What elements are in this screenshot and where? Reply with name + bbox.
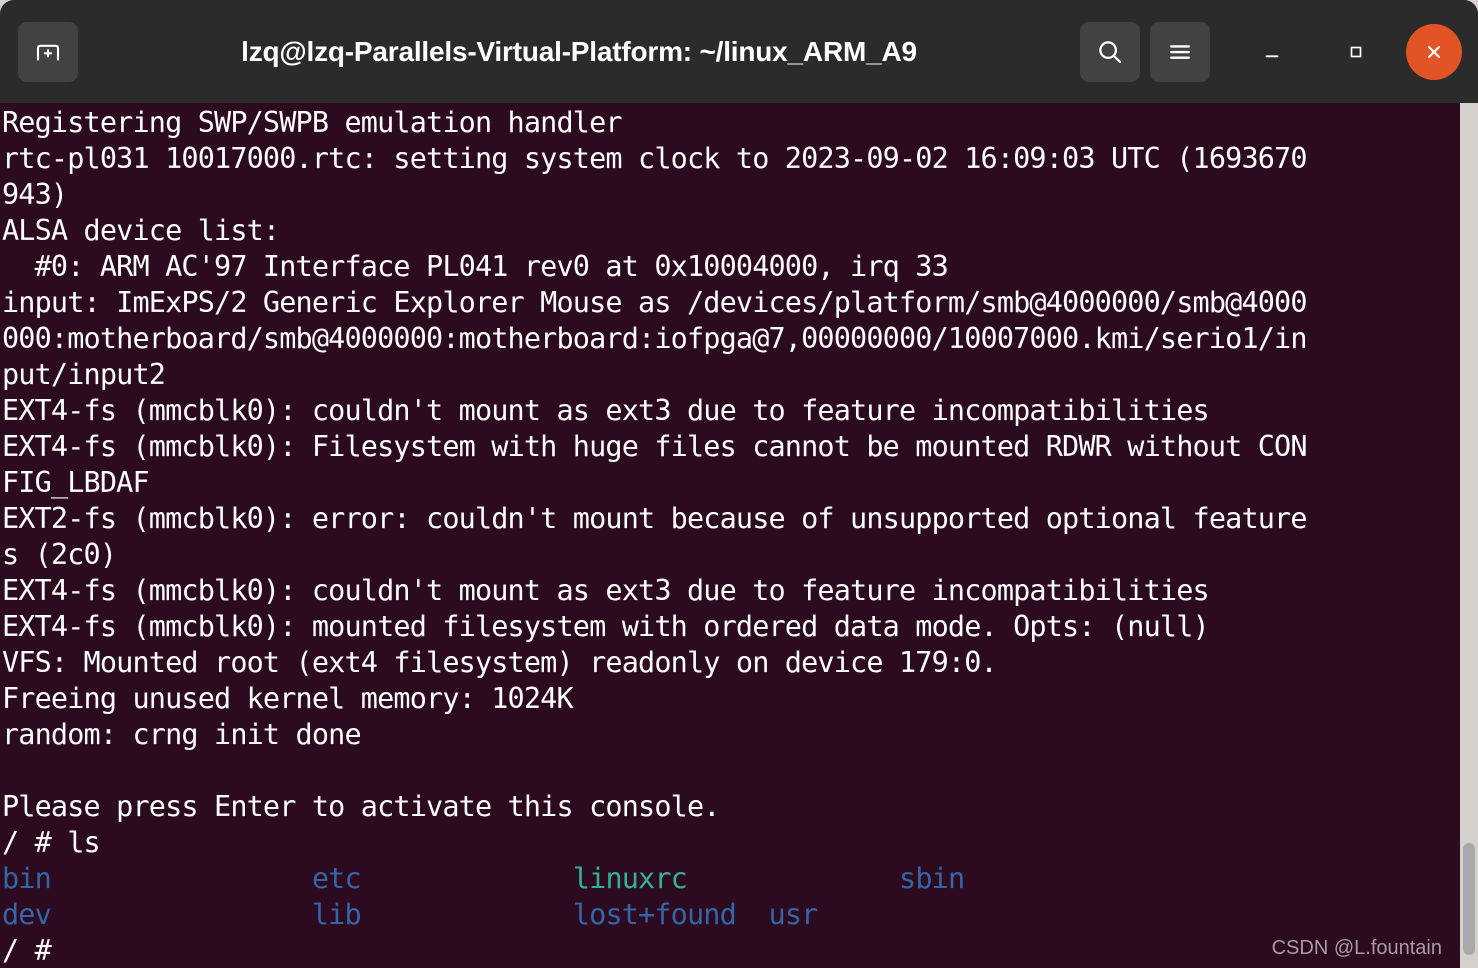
terminal-line: VFS: Mounted root (ext4 filesystem) read… (2, 646, 998, 679)
terminal-output: Registering SWP/SWPB emulation handler rt… (2, 105, 1462, 968)
close-icon (1421, 39, 1447, 65)
new-tab-button[interactable] (18, 21, 78, 82)
maximize-icon (1344, 40, 1368, 64)
search-button[interactable] (1080, 21, 1140, 82)
ls-spacer (361, 862, 573, 895)
ls-entry-bin: bin (2, 862, 52, 895)
maximize-button[interactable] (1326, 22, 1386, 82)
ls-spacer (51, 862, 312, 895)
ls-spacer (361, 898, 573, 931)
terminal-line: put/input2 (2, 358, 166, 391)
ls-entry-lost-found: lost+found (572, 898, 737, 931)
ls-output-row: dev lib lost+found usr (2, 897, 1462, 933)
terminal-line: EXT4-fs (mmcblk0): Filesystem with huge … (2, 430, 1308, 463)
new-tab-icon (33, 37, 63, 67)
titlebar-controls (1080, 21, 1462, 82)
window-titlebar: lzq@lzq-Parallels-Virtual-Platform: ~/li… (0, 0, 1478, 103)
ls-entry-usr: usr (768, 898, 819, 931)
minimize-button[interactable] (1242, 22, 1302, 82)
terminal-line: FIG_LBDAF (2, 466, 150, 499)
terminal-line: ALSA device list: (2, 214, 280, 247)
terminal-line: Freeing unused kernel memory: 1024K (2, 682, 574, 715)
terminal-line: input: ImExPS/2 Generic Explorer Mouse a… (2, 286, 1308, 319)
hamburger-menu-icon (1165, 37, 1195, 67)
terminal-line: 000:motherboard/smb@4000000:motherboard:… (2, 322, 1308, 355)
ls-spacer (51, 898, 312, 931)
terminal-line: EXT4-fs (mmcblk0): couldn't mount as ext… (2, 394, 1210, 427)
ls-entry-linuxrc: linuxrc (572, 862, 688, 895)
terminal-line: EXT2-fs (mmcblk0): error: couldn't mount… (2, 502, 1308, 535)
terminal-line: s (2c0) (2, 538, 117, 571)
terminal-line: EXT4-fs (mmcblk0): couldn't mount as ext… (2, 574, 1210, 607)
terminal-line: #0: ARM AC'97 Interface PL041 rev0 at 0x… (2, 250, 949, 283)
search-icon (1095, 37, 1125, 67)
terminal-line: Registering SWP/SWPB emulation handler (2, 106, 623, 139)
terminal-window: lzq@lzq-Parallels-Virtual-Platform: ~/li… (0, 0, 1478, 968)
terminal-body[interactable]: Registering SWP/SWPB emulation handler rt… (0, 103, 1478, 968)
hamburger-menu-button[interactable] (1150, 21, 1210, 82)
terminal-line: 943) (2, 178, 68, 211)
close-button[interactable] (1406, 23, 1462, 80)
ls-output-row: bin etc linuxrc sbin (2, 861, 1462, 897)
terminal-scrollbar[interactable] (1460, 103, 1478, 968)
minimize-icon (1259, 39, 1285, 65)
ls-spacer (736, 898, 769, 931)
terminal-line: EXT4-fs (mmcblk0): mounted filesystem wi… (2, 610, 1210, 643)
ls-spacer (687, 862, 899, 895)
terminal-line: rtc-pl031 10017000.rtc: setting system c… (2, 142, 1308, 175)
ls-entry-sbin: sbin (899, 862, 965, 895)
terminal-prompt: / # (2, 934, 68, 967)
window-title: lzq@lzq-Parallels-Virtual-Platform: ~/li… (241, 35, 917, 67)
terminal-line: Please press Enter to activate this cons… (2, 790, 720, 823)
ls-entry-lib: lib (311, 898, 362, 931)
ls-entry-dev: dev (2, 898, 52, 931)
terminal-line: / # ls (2, 826, 101, 859)
watermark-label: CSDN @L.fountain (1271, 937, 1442, 959)
ls-entry-etc: etc (311, 862, 362, 895)
scrollbar-thumb[interactable] (1463, 843, 1475, 955)
terminal-line: random: crng init done (2, 718, 362, 751)
